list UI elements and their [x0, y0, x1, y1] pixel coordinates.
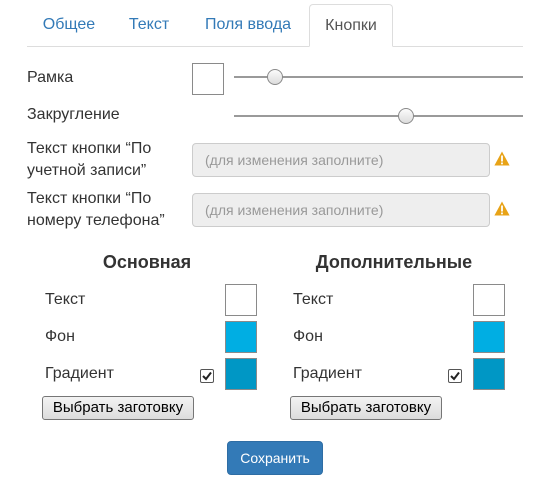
warning-triangle-icon — [494, 151, 510, 166]
tab-general[interactable]: Общее — [27, 4, 111, 46]
checkmark-icon — [202, 371, 212, 381]
tabs-divider — [27, 46, 523, 47]
account-label-line2: учетной записи” — [27, 162, 147, 179]
primary-column-title: Основная — [102, 252, 192, 272]
checkmark-icon — [450, 371, 460, 381]
border-label: Рамка — [27, 69, 74, 86]
secondary-preset-button[interactable]: Выбрать заготовку — [290, 396, 442, 420]
rounding-slider-handle[interactable] — [397, 108, 414, 124]
settings-tabs: Общее Текст Поля ввода Кнопки — [27, 4, 523, 47]
tab-buttons[interactable]: Кнопки — [309, 4, 393, 47]
save-button[interactable]: Сохранить — [227, 441, 323, 475]
secondary-gradient-label: Градиент — [293, 365, 362, 382]
primary-bg-color-label: Фон — [45, 328, 75, 345]
rounding-slider-track[interactable] — [234, 115, 523, 117]
account-button-text-input[interactable] — [192, 143, 490, 177]
primary-gradient-color-swatch[interactable] — [225, 358, 257, 390]
phone-button-text-input[interactable] — [192, 193, 490, 227]
secondary-bg-color-swatch[interactable] — [473, 321, 505, 353]
secondary-text-color-swatch[interactable] — [473, 284, 505, 316]
primary-gradient-label: Градиент — [45, 365, 114, 382]
primary-text-color-label: Текст — [45, 291, 86, 308]
warning-triangle-icon — [494, 201, 510, 216]
border-slider-handle[interactable] — [266, 69, 283, 85]
secondary-text-color-label: Текст — [293, 291, 334, 308]
primary-preset-button[interactable]: Выбрать заготовку — [42, 396, 194, 420]
tab-input-fields[interactable]: Поля ввода — [189, 4, 307, 46]
account-button-text-label: Текст кнопки “По учетной записи” — [27, 138, 151, 182]
phone-label-line1: Текст кнопки “По — [27, 190, 152, 207]
phone-label-line2: номеру телефона” — [27, 212, 165, 229]
primary-text-color-swatch[interactable] — [225, 284, 257, 316]
account-label-line1: Текст кнопки “По — [27, 140, 152, 157]
secondary-bg-color-label: Фон — [293, 328, 323, 345]
secondary-column-title: Дополнительные — [315, 252, 473, 272]
border-color-swatch[interactable] — [192, 63, 224, 95]
phone-button-text-label: Текст кнопки “По номеру телефона” — [27, 188, 165, 232]
tab-text[interactable]: Текст — [113, 4, 185, 46]
rounding-label: Закругление — [27, 106, 120, 123]
primary-bg-color-swatch[interactable] — [225, 321, 257, 353]
secondary-gradient-color-swatch[interactable] — [473, 358, 505, 390]
secondary-gradient-checkbox[interactable] — [448, 369, 462, 383]
primary-gradient-checkbox[interactable] — [200, 369, 214, 383]
